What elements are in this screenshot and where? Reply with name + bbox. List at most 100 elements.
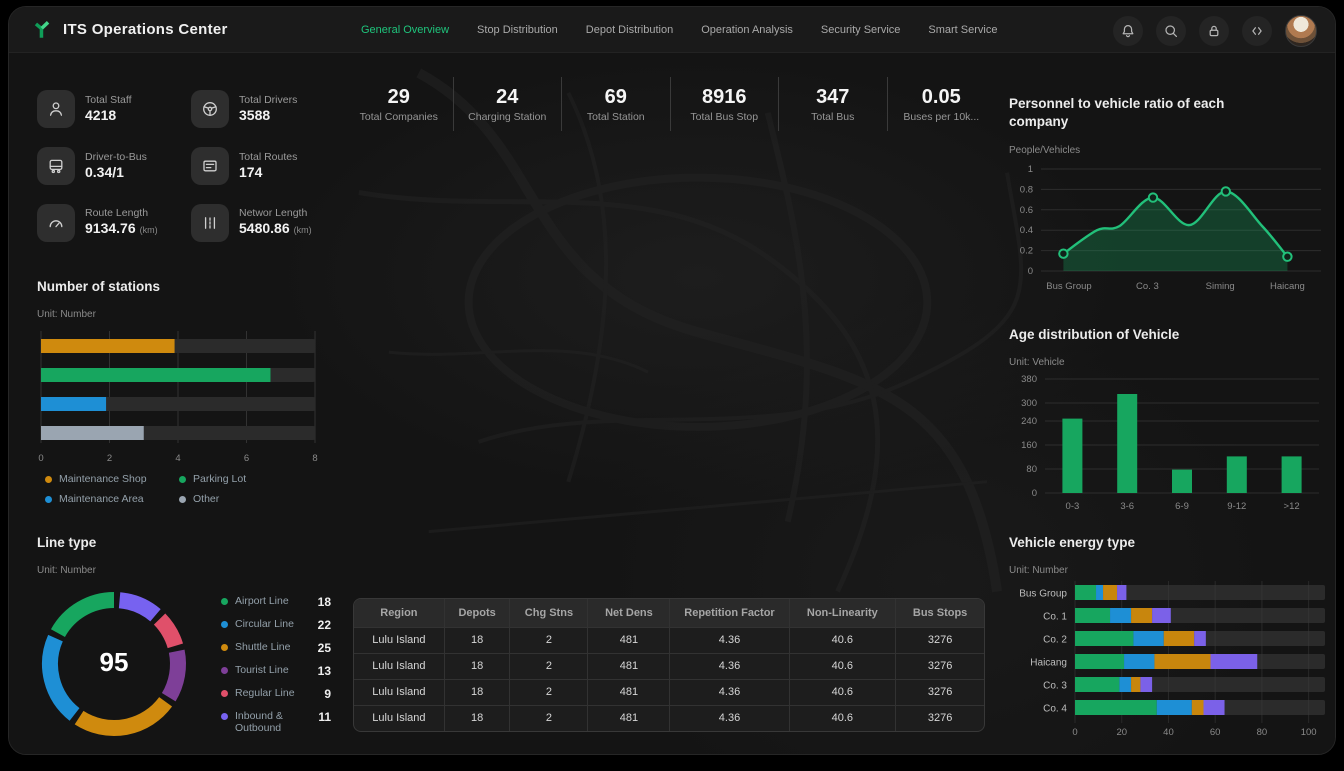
app-window: ITS Operations Center General OverviewSt… bbox=[8, 6, 1336, 755]
table-cell: 4.36 bbox=[670, 679, 789, 705]
svg-text:Co. 1: Co. 1 bbox=[1043, 612, 1067, 623]
kpi-value: 24 bbox=[496, 85, 518, 109]
kpi-label: Total Station bbox=[587, 111, 645, 123]
svg-text:6: 6 bbox=[244, 453, 249, 464]
svg-text:Co. 4: Co. 4 bbox=[1043, 704, 1067, 715]
legend-dot bbox=[221, 713, 228, 720]
kpi-label: Total Bus bbox=[811, 111, 854, 123]
table-cell: 2 bbox=[510, 653, 588, 679]
line-type-legend: Airport Line 18 Circular Line22 Shuttle Lin… bbox=[221, 595, 331, 743]
kpi-label: Total Bus Stop bbox=[690, 111, 758, 123]
table-cell: Lulu Island bbox=[354, 705, 444, 731]
age-bar bbox=[1117, 394, 1137, 493]
nav-item-smart-service[interactable]: Smart Service bbox=[928, 24, 997, 36]
legend-item-parking-lot[interactable]: Parking Lot bbox=[179, 473, 313, 485]
legend-item-maintenance-area[interactable]: Maintenance Area bbox=[45, 493, 179, 505]
svg-text:4: 4 bbox=[175, 453, 180, 464]
energy-segment bbox=[1204, 700, 1225, 715]
legend-label: Maintenance Area bbox=[59, 493, 144, 505]
svg-text:6-9: 6-9 bbox=[1175, 501, 1189, 512]
legend-item-other[interactable]: Other bbox=[179, 493, 313, 505]
stat-value: 3588 bbox=[239, 107, 297, 124]
column-header-bus-stops: Bus Stops bbox=[896, 599, 984, 627]
energy-segment bbox=[1103, 585, 1117, 600]
legend-label: Regular Line bbox=[235, 687, 317, 699]
svg-text:3-6: 3-6 bbox=[1120, 501, 1134, 512]
gauge-icon bbox=[37, 204, 75, 242]
column-header-chg-stns: Chg Stns bbox=[510, 599, 588, 627]
legend-item-circular-line[interactable]: Circular Line22 bbox=[221, 618, 331, 632]
nav-item-security-service[interactable]: Security Service bbox=[821, 24, 900, 36]
stations-bar-chart: 02468 bbox=[35, 327, 325, 473]
kpi-value: 347 bbox=[816, 85, 849, 109]
legend-item-shuttle-line[interactable]: Shuttle Line25 bbox=[221, 641, 331, 655]
svg-text:Bus Group: Bus Group bbox=[1046, 281, 1091, 292]
energy-segment bbox=[1075, 608, 1110, 623]
svg-text:8: 8 bbox=[312, 453, 317, 464]
nav-item-general-overview[interactable]: General Overview bbox=[361, 24, 449, 36]
lock-icon[interactable] bbox=[1199, 16, 1229, 46]
energy-segment bbox=[1075, 631, 1133, 646]
kpi-label: Total Companies bbox=[360, 111, 438, 123]
legend-item-inbound-outbound[interactable]: Inbound & Outbound11 bbox=[221, 710, 331, 734]
kpi-buses-per-10k: 0.05Buses per 10k... bbox=[887, 77, 996, 131]
line-marker bbox=[1149, 193, 1157, 201]
table-cell: Lulu Island bbox=[354, 627, 444, 653]
stats-panel: Total Staff4218Total Drivers3588Driver-t… bbox=[37, 87, 345, 245]
age-chart-title: Age distribution of Vehicle bbox=[1009, 327, 1179, 342]
line-marker bbox=[1283, 253, 1291, 261]
stat-value: 174 bbox=[239, 164, 297, 181]
legend-dot bbox=[221, 690, 228, 697]
svg-text:380: 380 bbox=[1021, 374, 1037, 385]
table-cell: 40.6 bbox=[789, 653, 896, 679]
legend-dot bbox=[221, 667, 228, 674]
svg-text:Haicang: Haicang bbox=[1030, 658, 1067, 669]
stations-chart-unit: Unit: Number bbox=[37, 309, 96, 320]
svg-text:0.2: 0.2 bbox=[1020, 246, 1033, 257]
stations-bar-other bbox=[41, 426, 144, 440]
main-nav: General Overview Stop Distribution Depot D… bbox=[361, 7, 997, 53]
legend-item-tourist-line[interactable]: Tourist Line13 bbox=[221, 664, 331, 678]
personnel-chart-title: Personnel to vehicle ratio of each compa… bbox=[1009, 95, 1259, 131]
bell-icon[interactable] bbox=[1113, 16, 1143, 46]
stat-label: Driver-to-Bus bbox=[85, 151, 147, 164]
legend-label: Maintenance Shop bbox=[59, 473, 147, 485]
table-cell: 481 bbox=[588, 653, 670, 679]
legend-value: 18 bbox=[318, 595, 331, 609]
svg-text:100: 100 bbox=[1301, 727, 1317, 738]
stat-value: 4218 bbox=[85, 107, 132, 124]
column-header-depots: Depots bbox=[444, 599, 510, 627]
svg-text:0: 0 bbox=[1072, 727, 1077, 738]
fullscreen-icon[interactable] bbox=[1242, 16, 1272, 46]
legend-item-regular-line[interactable]: Regular Line 9 bbox=[221, 687, 331, 701]
nav-item-operation-analysis[interactable]: Operation Analysis bbox=[701, 24, 793, 36]
table-row: Lulu Island1824814.3640.63276 bbox=[354, 679, 984, 705]
app-logo-icon bbox=[31, 19, 53, 41]
region-table: RegionDepotsChg StnsNet DensRepetition F… bbox=[354, 599, 984, 731]
kpi-total-station: 69Total Station bbox=[561, 77, 670, 131]
nav-item-depot-distribution[interactable]: Depot Distribution bbox=[586, 24, 673, 36]
table-cell: 40.6 bbox=[789, 627, 896, 653]
stat-card-total-routes: Total Routes174 bbox=[191, 144, 345, 188]
legend-dot bbox=[221, 598, 228, 605]
table-cell: 4.36 bbox=[670, 653, 789, 679]
svg-text:0.8: 0.8 bbox=[1020, 184, 1033, 195]
nav-item-stop-distribution[interactable]: Stop Distribution bbox=[477, 24, 558, 36]
legend-label: Airport Line bbox=[235, 595, 311, 607]
user-avatar[interactable] bbox=[1285, 15, 1317, 47]
table-cell: 4.36 bbox=[670, 627, 789, 653]
legend-value: 9 bbox=[324, 687, 331, 701]
stat-label: Total Drivers bbox=[239, 94, 297, 107]
search-icon[interactable] bbox=[1156, 16, 1186, 46]
table-cell: 18 bbox=[444, 705, 510, 731]
svg-text:2: 2 bbox=[107, 453, 112, 464]
legend-item-maintenance-shop[interactable]: Maintenance Shop bbox=[45, 473, 179, 485]
age-chart-unit: Unit: Vehicle bbox=[1009, 357, 1065, 368]
energy-chart-title: Vehicle energy type bbox=[1009, 535, 1135, 550]
table-cell: 3276 bbox=[896, 627, 984, 653]
legend-item-airport-line[interactable]: Airport Line 18 bbox=[221, 595, 331, 609]
table-cell: 18 bbox=[444, 627, 510, 653]
svg-text:300: 300 bbox=[1021, 398, 1037, 409]
stat-value: 9134.76(km) bbox=[85, 220, 158, 239]
table-row: Lulu Island1824814.3640.63276 bbox=[354, 653, 984, 679]
